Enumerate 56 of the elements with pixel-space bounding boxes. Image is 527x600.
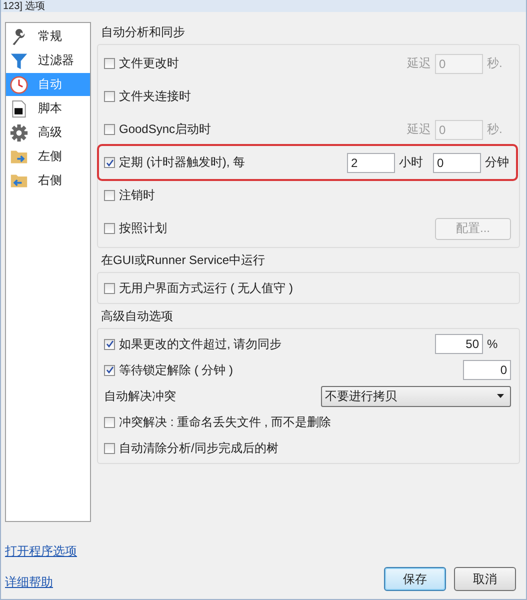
option-label: 如果更改的文件超过, 请勿同步 [119,336,282,352]
group-title: 自动分析和同步 [100,24,186,41]
checkbox[interactable] [104,442,115,454]
sidebar-item[interactable]: 左侧 [6,145,90,168]
clock-icon [10,76,28,94]
field-label: 延迟 [407,55,431,72]
option-label: 等待锁定解除 ( 分钟 ) [119,362,233,378]
dialog-button[interactable]: 保存 [384,567,446,591]
checkbox[interactable] [104,223,115,234]
sidebar-item[interactable]: 高级 [6,121,90,144]
dialog-button[interactable]: 取消 [454,567,516,591]
group-title: 高级自动选项 [100,308,174,325]
folder-arrow-icon [10,172,28,190]
checkbox[interactable] [104,91,115,102]
number-field[interactable]: 0 [463,360,511,380]
checkbox[interactable] [104,190,115,201]
dropdown[interactable]: 不要进行拷贝 [321,386,511,406]
field-label: 延迟 [407,121,431,138]
option-label: 注销时 [119,187,155,204]
folder-arrow-icon [10,148,28,166]
sidebar-item[interactable]: 过滤器 [6,49,90,72]
number-field[interactable]: 2 [347,152,395,172]
unit-label: 小时 [399,154,423,171]
option-label: 无用户界面方式运行 ( 无人值守 ) [119,280,293,296]
option-label: 自动解决冲突 [104,388,176,404]
sidebar-item[interactable]: 脚本 [6,97,90,120]
checkbox[interactable] [104,416,115,428]
option-label: GoodSync启动时 [119,121,212,138]
option-label: 冲突解决 : 重命名丢失文件 , 而不是删除 [119,414,332,430]
number-field[interactable]: 50 [435,334,483,354]
script-icon [10,100,28,118]
checkbox[interactable] [104,124,115,135]
unit-label: 秒. [487,121,504,138]
window-title: 123] 选项 [3,1,46,12]
checkbox[interactable] [104,157,115,168]
caret-icon [497,394,504,398]
sidebar-item[interactable]: 常规 [6,25,90,48]
gear-icon [10,124,28,142]
option-label: 自动清除分析/同步完成后的树 [119,440,278,456]
help-link[interactable]: 打开程序选项 [5,543,77,560]
checkbox[interactable] [104,58,115,69]
unit-label: 分钟 [485,154,509,171]
number-field[interactable]: 0 [433,152,481,172]
option-label: 定期 (计时器触发时), 每 [119,154,245,171]
checkbox[interactable] [104,338,115,350]
sidebar-item[interactable]: 右侧 [6,169,90,192]
option-label: 文件夹连接时 [119,88,191,105]
option-label: 按照计划 [119,220,167,237]
unit-label: 秒. [487,55,504,72]
group-title: 在GUI或Runner Service中运行 [100,252,266,269]
unit-label: % [487,337,499,351]
checkbox[interactable] [104,282,115,294]
filter-icon [10,52,28,70]
checkbox[interactable] [104,364,115,376]
option-label: 文件更改时 [119,55,179,72]
help-link[interactable]: 详细帮助 [5,574,77,591]
